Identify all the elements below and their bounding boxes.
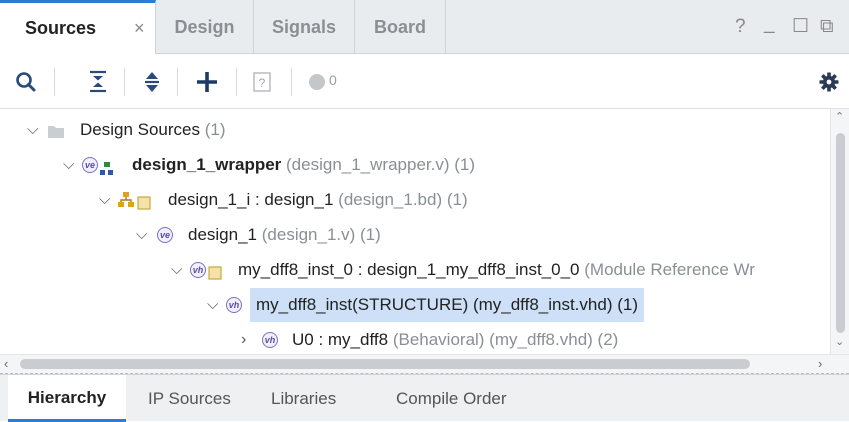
- tab-libraries-label: Libraries: [271, 389, 337, 408]
- tree-item-suffix: (Module Reference Wr: [584, 260, 755, 279]
- tree-item-label: U0 : my_dff8: [292, 330, 389, 349]
- chevron-down-icon[interactable]: ⌵: [99, 183, 113, 217]
- tab-ip-sources[interactable]: IP Sources: [148, 375, 231, 422]
- folder-icon: [48, 126, 64, 138]
- tree-row[interactable]: ⌵ Design Sources (1): [0, 113, 829, 147]
- hierarchy-tree: ⌵ Design Sources (1) ⌵ ve design_1_wrapp…: [0, 109, 829, 354]
- toolbar-separator: [236, 68, 237, 96]
- tree-item-label: my_dff8_inst_0 : design_1_my_dff8_inst_0…: [238, 260, 580, 279]
- chevron-right-icon[interactable]: ›: [241, 323, 255, 354]
- maximize-icon[interactable]: ☐: [792, 16, 809, 38]
- minimize-icon[interactable]: _: [764, 13, 775, 35]
- vertical-scroll-thumb[interactable]: [836, 133, 845, 333]
- tab-ip-sources-label: IP Sources: [148, 389, 231, 408]
- bottom-tab-bar: Hierarchy IP Sources Libraries Compile O…: [0, 374, 849, 422]
- tree-item-suffix: (design_1.v) (1): [261, 225, 381, 244]
- vhdl-file-icon: vh: [226, 297, 242, 315]
- tree-row-selected[interactable]: ⌵ vh my_dff8_inst(STRUCTURE) (my_dff8_in…: [0, 288, 829, 322]
- status-dot-icon: [309, 74, 325, 90]
- tab-hierarchy[interactable]: Hierarchy: [8, 375, 126, 422]
- tab-design[interactable]: Design: [156, 0, 254, 54]
- restore-icon[interactable]: ⧉: [820, 16, 834, 38]
- unknown-source-icon[interactable]: ?: [253, 72, 271, 92]
- toolbar: ? 0: [0, 54, 849, 109]
- tab-compile-order[interactable]: Compile Order: [396, 375, 507, 422]
- verilog-file-icon: ve: [82, 157, 98, 175]
- toolbar-separator: [177, 68, 178, 96]
- verilog-file-icon: ve: [157, 227, 173, 245]
- scroll-right-icon[interactable]: ›: [818, 356, 822, 372]
- tree-row[interactable]: › vh U0 : my_dff8 (Behavioral) (my_dff8.…: [0, 323, 829, 354]
- tree-item-suffix: (1): [204, 120, 226, 139]
- tab-board[interactable]: Board: [355, 0, 446, 54]
- chevron-down-icon[interactable]: ⌵: [207, 288, 221, 322]
- tree-item-label: my_dff8_inst(STRUCTURE) (my_dff8_inst.vh…: [256, 295, 638, 314]
- vhdl-file-icon: vh: [190, 262, 206, 280]
- messages-count: 0: [329, 72, 337, 88]
- horizontal-scrollbar[interactable]: ‹ ›: [0, 354, 849, 374]
- add-icon[interactable]: [195, 70, 219, 94]
- tree-item-suffix: (design_1.bd) (1): [338, 190, 468, 209]
- tab-design-label: Design: [174, 17, 235, 37]
- collapse-all-icon[interactable]: [89, 70, 107, 94]
- tree-row[interactable]: ⌵ design_1_i : design_1 (design_1.bd) (1…: [0, 183, 829, 217]
- tree-row[interactable]: ⌵ vh my_dff8_inst_0 : design_1_my_dff8_i…: [0, 253, 829, 287]
- scroll-down-icon[interactable]: ⌄: [835, 335, 844, 348]
- chevron-down-icon[interactable]: ⌵: [27, 113, 41, 147]
- tree-item-label: design_1_wrapper: [132, 155, 282, 174]
- tab-sources-label: Sources: [25, 18, 97, 38]
- scroll-up-icon[interactable]: ⌃: [835, 110, 844, 123]
- tree-row[interactable]: ⌵ ve design_1 (design_1.v) (1): [0, 218, 829, 252]
- vhdl-file-icon: vh: [262, 332, 278, 350]
- gear-icon[interactable]: [819, 72, 839, 92]
- chevron-down-icon[interactable]: ⌵: [136, 218, 150, 252]
- close-icon[interactable]: ×: [134, 3, 145, 53]
- scroll-left-icon[interactable]: ‹: [4, 356, 8, 372]
- tab-board-label: Board: [373, 17, 426, 37]
- tab-signals-label: Signals: [271, 17, 337, 37]
- tab-sources[interactable]: Sources ×: [0, 0, 156, 54]
- module-box-icon: [137, 196, 151, 210]
- tab-signals[interactable]: Signals: [254, 0, 355, 54]
- svg-text:?: ?: [259, 76, 266, 90]
- tree-row[interactable]: ⌵ ve design_1_wrapper (design_1_wrapper.…: [0, 148, 829, 182]
- expand-all-icon[interactable]: [143, 70, 161, 94]
- tab-hierarchy-label: Hierarchy: [27, 388, 107, 407]
- toolbar-separator: [124, 68, 125, 96]
- toolbar-separator: [291, 68, 292, 96]
- hierarchy-top-icon: [100, 162, 113, 175]
- help-icon[interactable]: ?: [735, 16, 746, 38]
- tree-item-label: design_1_i : design_1: [168, 190, 334, 209]
- chevron-down-icon[interactable]: ⌵: [63, 148, 77, 182]
- tab-bar: Sources × Design Signals Board ? _ ☐ ⧉: [0, 0, 849, 54]
- tab-compile-order-label: Compile Order: [396, 389, 507, 408]
- module-box-icon: [208, 266, 222, 280]
- tree-item-label: design_1: [188, 225, 258, 244]
- block-design-icon: [118, 192, 134, 207]
- toolbar-separator: [54, 68, 55, 96]
- tree-item-label: Design Sources: [80, 120, 201, 139]
- tree-item-suffix: (design_1_wrapper.v) (1): [286, 155, 475, 174]
- horizontal-scroll-thumb[interactable]: [20, 359, 750, 369]
- vertical-scrollbar[interactable]: ⌃ ⌄: [830, 109, 849, 354]
- search-icon[interactable]: [15, 71, 37, 93]
- tab-libraries[interactable]: Libraries: [271, 375, 336, 422]
- chevron-down-icon[interactable]: ⌵: [171, 253, 185, 287]
- tree-item-suffix: (Behavioral) (my_dff8.vhd) (2): [392, 330, 619, 349]
